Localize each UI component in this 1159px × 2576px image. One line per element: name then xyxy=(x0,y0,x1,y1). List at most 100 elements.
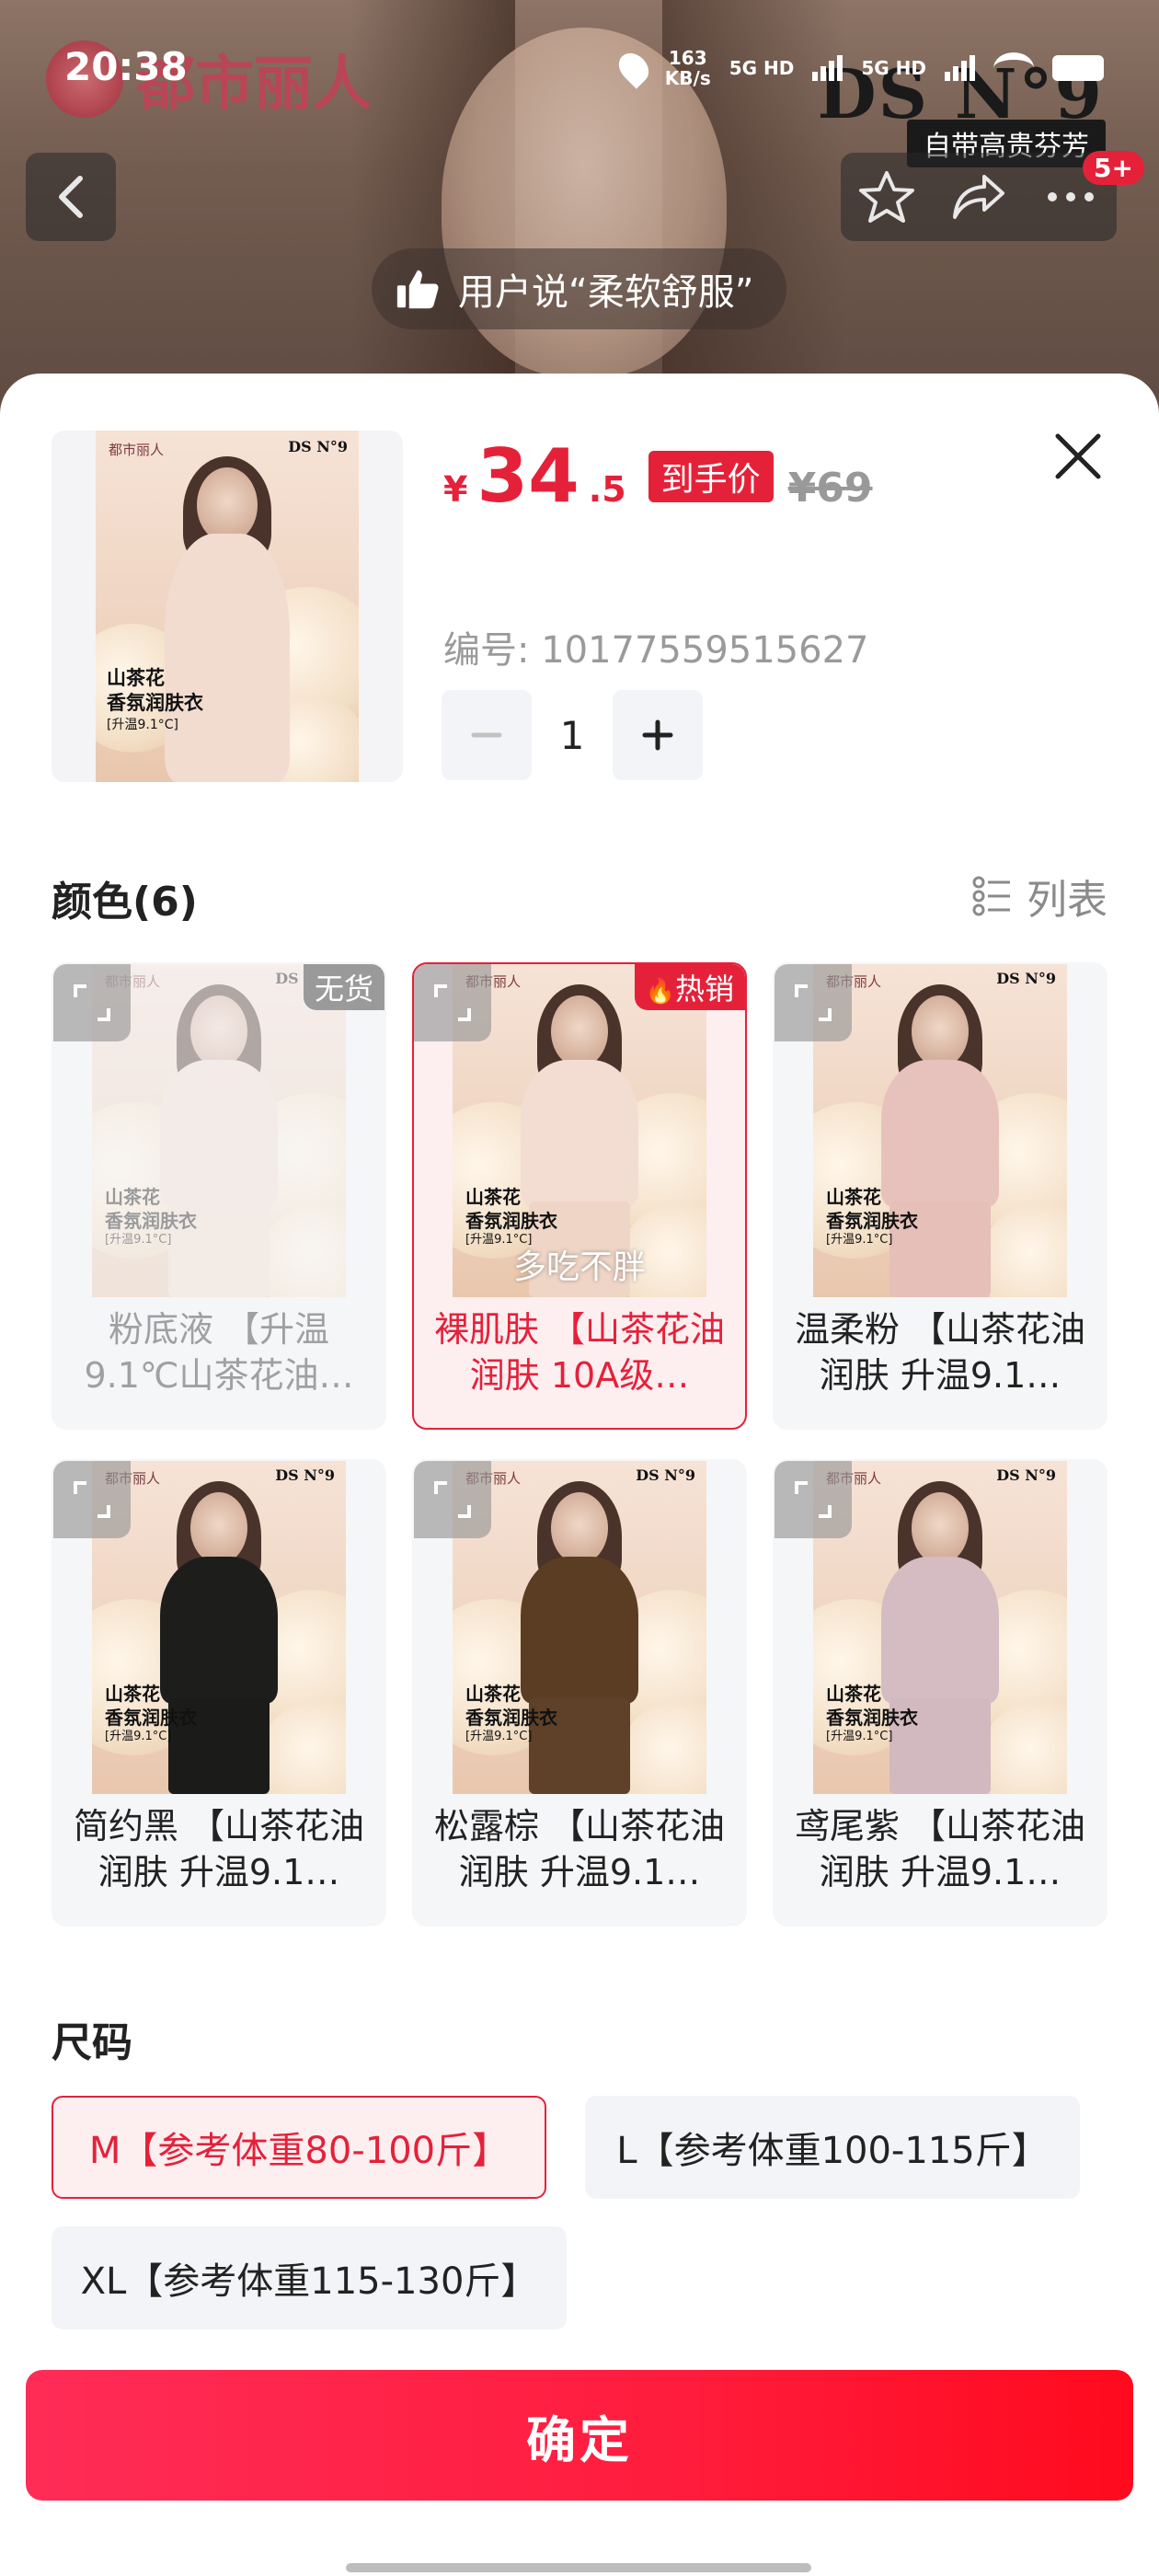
product-thumbnail[interactable]: 都市丽人 DS N°9 山茶花 香氛润肤衣 [升温9.1°C] xyxy=(52,431,403,782)
poster-caption-line-1: 山茶花 xyxy=(826,1683,881,1705)
poster-caption-line-1: 山茶花 xyxy=(465,1683,521,1705)
more-badge: 5+ xyxy=(1083,151,1144,185)
poster-caption-line-3: [升温9.1°C] xyxy=(105,1233,172,1247)
poster-ds-mark: DS N°9 xyxy=(275,1466,335,1484)
sku-selector-sheet: 都市丽人 DS N°9 山茶花 香氛润肤衣 [升温9.1°C] ¥ 34 .5 … xyxy=(0,374,1159,2576)
color-option-label: 松露棕 【山茶花油润肤 升温9.1… xyxy=(433,1806,726,1892)
size-option-m[interactable]: M【参考体重80-100斤】 xyxy=(52,2096,546,2199)
expand-image-button[interactable] xyxy=(414,964,491,1041)
signal-bars-icon-2 xyxy=(945,55,975,81)
product-poster: 都市丽人 DS N°9 山茶花 香氛润肤衣 [升温9.1°C] xyxy=(96,431,359,782)
fire-icon: 🔥 xyxy=(645,978,675,1006)
expand-image-button[interactable] xyxy=(53,964,131,1041)
hot-sale-badge: 🔥热销 xyxy=(634,964,745,1010)
decrease-quantity-button[interactable] xyxy=(442,690,532,780)
signal-label-1: 5G HD xyxy=(729,57,795,79)
color-option-label: 粉底液 【升温9.1℃山茶花油… xyxy=(84,1309,354,1396)
product-code: 编号: 10177559515627 xyxy=(443,629,869,672)
user-quote-banner: 用户说“柔软舒服” xyxy=(372,248,787,329)
poster-caption-line-1: 山茶花 xyxy=(826,1186,881,1208)
battery-icon xyxy=(1052,55,1104,81)
user-quote-text: 用户说“柔软舒服” xyxy=(458,271,754,314)
poster-caption-line-2: 香氛润肤衣 xyxy=(826,1707,918,1729)
sold-out-badge: 无货 xyxy=(303,964,384,1010)
color-option-card[interactable]: 都市丽人DS N°9山茶花香氛润肤衣[升温9.1°C]多吃不胖🔥热销裸肌肤 【山… xyxy=(412,962,747,1430)
expand-image-button[interactable] xyxy=(775,964,852,1041)
back-button[interactable] xyxy=(26,153,116,241)
color-option-label: 简约黑 【山茶花油润肤 升温9.1… xyxy=(73,1806,365,1892)
poster-caption: 山茶花 香氛润肤衣 [升温9.1°C] xyxy=(105,1682,197,1745)
poster-ds-mark: DS N°9 xyxy=(996,970,1056,987)
network-speed: 163 KB/s xyxy=(665,48,711,88)
share-icon[interactable] xyxy=(949,167,1008,226)
poster-caption-line-2: 香氛润肤衣 xyxy=(105,1210,197,1232)
confirm-button[interactable]: 确定 xyxy=(26,2370,1133,2501)
favorite-star-icon[interactable] xyxy=(857,167,916,226)
original-price: ¥69 xyxy=(787,465,873,512)
price-row: ¥ 34 .5 到手价 ¥69 xyxy=(443,440,873,513)
expand-icon xyxy=(74,984,110,1021)
poster-caption: 山茶花 香氛润肤衣 [升温9.1°C] xyxy=(465,1185,557,1248)
location-icon xyxy=(613,47,655,89)
status-icons: 163 KB/s 5G HD 5G HD xyxy=(613,47,1104,89)
expand-icon xyxy=(434,984,471,1021)
list-view-label: 列表 xyxy=(1027,877,1107,924)
price-decimal: .5 xyxy=(588,469,626,510)
poster-caption-line-3: [升温9.1°C] xyxy=(107,717,178,732)
poster-caption-line-1: 山茶花 xyxy=(465,1186,521,1208)
expand-icon xyxy=(795,984,832,1021)
poster-brand: 都市丽人 xyxy=(109,442,165,458)
color-option-card[interactable]: 都市丽人 DS N°9 山茶花 香氛润肤衣 [升温9.1°C] 鸢尾紫 【山茶花油润肤 升… xyxy=(773,1459,1107,1926)
poster-caption-line-2: 香氛润肤衣 xyxy=(465,1707,557,1729)
quantity-value[interactable]: 1 xyxy=(554,713,591,758)
size-option-l[interactable]: L【参考体重100-115斤】 xyxy=(585,2096,1080,2199)
expand-icon xyxy=(434,1481,471,1518)
thumbs-up-icon xyxy=(396,270,439,309)
poster-caption: 山茶花 香氛润肤衣 [升温9.1°C] xyxy=(465,1682,557,1745)
final-price-tag: 到手价 xyxy=(648,451,774,502)
expand-icon xyxy=(795,1481,832,1518)
color-option-card[interactable]: 都市丽人 DS N°9 山茶花 香氛润肤衣 [升温9.1°C] 简约黑 【山茶花油润肤 升… xyxy=(52,1459,386,1926)
color-option-card[interactable]: 都市丽人 DS N°9 山茶花 香氛润肤衣 [升温9.1°C] 松露棕 【山茶花油润肤 升… xyxy=(412,1459,747,1926)
poster-ds-mark: DS N°9 xyxy=(288,438,348,455)
wifi-icon xyxy=(993,52,1034,84)
network-speed-unit: KB/s xyxy=(664,67,711,89)
poster-caption-line-2: 香氛润肤衣 xyxy=(465,1210,557,1232)
status-time: 20:38 xyxy=(64,44,188,89)
close-icon[interactable] xyxy=(1050,429,1106,484)
color-option-label: 裸肌肤 【山茶花油润肤 10A级… xyxy=(433,1309,726,1396)
image-overlay-text: 多吃不胖 xyxy=(512,1248,646,1286)
poster-caption-line-3: [升温9.1°C] xyxy=(465,1730,533,1743)
poster-ds-mark: DS N°9 xyxy=(636,1466,695,1484)
poster-caption: 山茶花 香氛润肤衣 [升温9.1°C] xyxy=(826,1185,918,1248)
color-option-card[interactable]: 都市丽人DS N°9山茶花香氛润肤衣[升温9.1°C]无货粉底液 【升温9.1℃… xyxy=(52,962,386,1430)
poster-caption-line-3: [升温9.1°C] xyxy=(826,1730,893,1743)
poster-caption: 山茶花 香氛润肤衣 [升温9.1°C] xyxy=(105,1185,197,1248)
color-section-title: 颜色(6) xyxy=(52,879,198,926)
list-view-icon xyxy=(972,876,1010,916)
expand-icon xyxy=(74,1481,110,1518)
poster-caption-line-2: 香氛润肤衣 xyxy=(107,692,203,715)
size-section-title: 尺码 xyxy=(52,2019,132,2066)
home-indicator xyxy=(346,2563,811,2572)
color-option-card[interactable]: 都市丽人 DS N°9 山茶花 香氛润肤衣 [升温9.1°C] 温柔粉 【山茶花油润肤 升… xyxy=(773,962,1107,1430)
poster-caption: 山茶花 香氛润肤衣 [升温9.1°C] xyxy=(826,1682,918,1745)
size-option-xl[interactable]: XL【参考体重115-130斤】 xyxy=(52,2226,567,2329)
color-option-label: 温柔粉 【山茶花油润肤 升温9.1… xyxy=(794,1309,1086,1396)
expand-image-button[interactable] xyxy=(53,1461,131,1538)
poster-caption-line-1: 山茶花 xyxy=(105,1186,160,1208)
poster-caption: 山茶花 香氛润肤衣 [升温9.1°C] xyxy=(107,666,203,733)
expand-image-button[interactable] xyxy=(775,1461,852,1538)
increase-quantity-button[interactable] xyxy=(613,690,703,780)
signal-label-2: 5G HD xyxy=(861,57,926,79)
signal-bars-icon xyxy=(812,55,843,81)
nav-action-group xyxy=(841,153,1117,241)
back-arrow-icon xyxy=(59,176,83,218)
expand-image-button[interactable] xyxy=(414,1461,491,1538)
plus-icon xyxy=(642,719,673,751)
poster-caption-line-3: [升温9.1°C] xyxy=(105,1730,172,1743)
price-integer: 34 xyxy=(476,433,580,519)
list-view-toggle[interactable]: 列表 xyxy=(971,867,1107,926)
poster-caption-line-2: 香氛润肤衣 xyxy=(105,1707,197,1729)
minus-icon xyxy=(471,732,502,738)
